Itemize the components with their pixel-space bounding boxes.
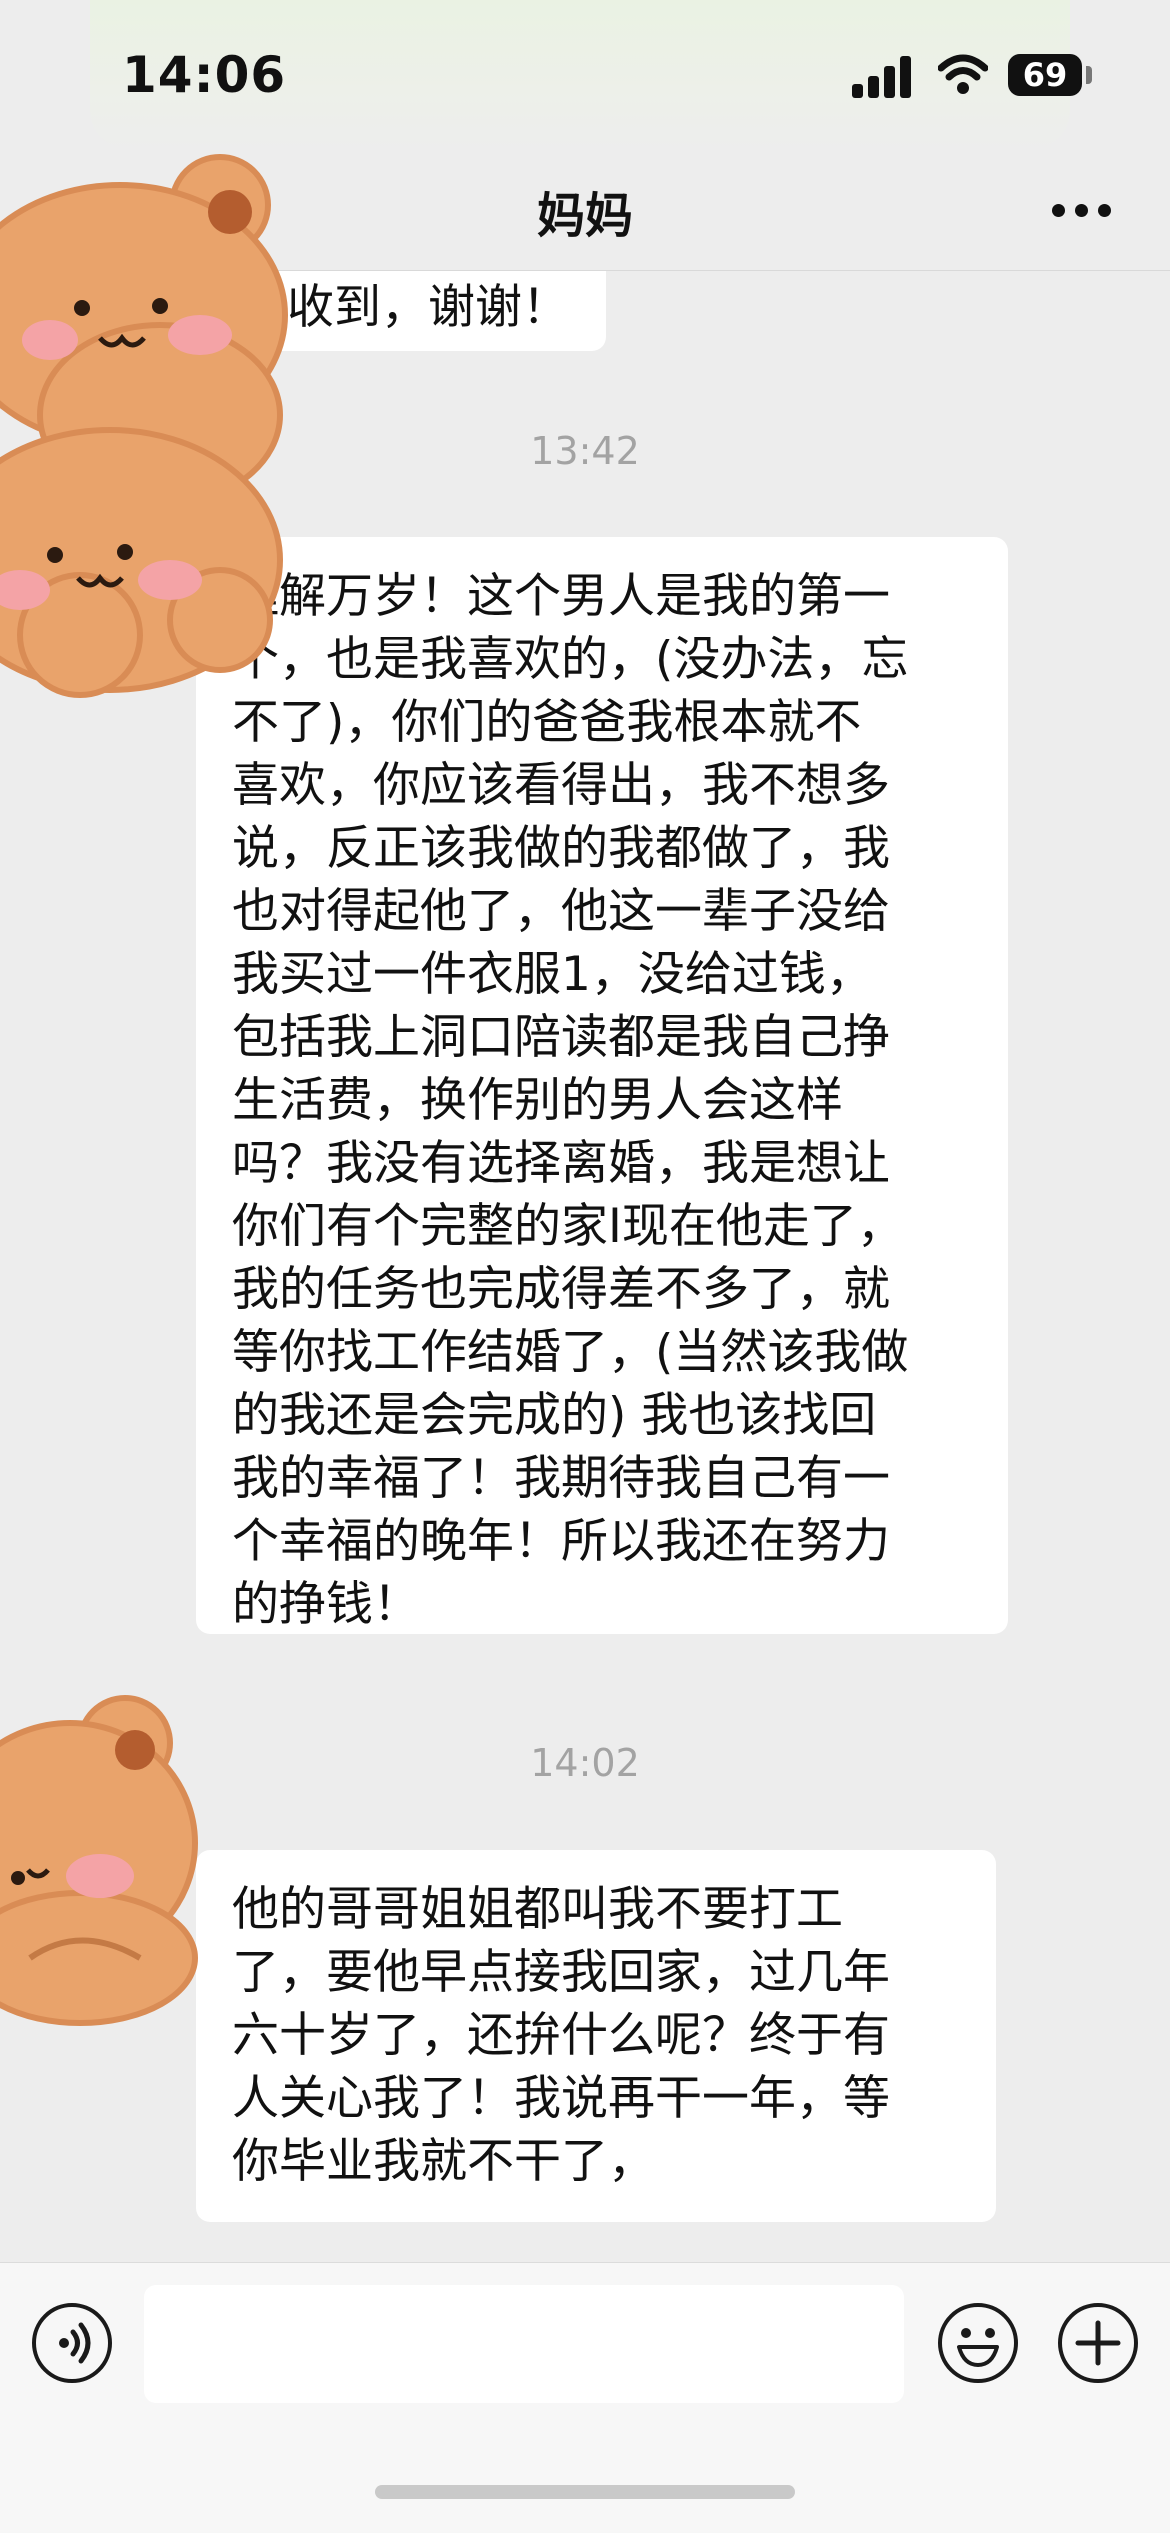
- voice-icon[interactable]: [32, 2303, 112, 2383]
- message-line: 的我还是会完成的) 我也该找回: [232, 1388, 877, 1443]
- chat-title: 妈妈: [536, 188, 633, 244]
- message-line: 不了)，你们的爸爸我根本就不: [232, 695, 862, 750]
- message-line: 的挣钱！: [232, 1577, 420, 1632]
- message-line: 生活费，换作别的男人会这样: [232, 1073, 843, 1128]
- message-bubble[interactable]: 他的哥哥姐姐都叫我不要打工 了，要他早点接我回家，过几年 六十岁了，还拚什么呢？…: [196, 1850, 996, 2222]
- input-bar: [0, 2262, 1170, 2533]
- more-dots-icon[interactable]: [1052, 204, 1112, 220]
- emoji-icon[interactable]: [938, 2303, 1018, 2383]
- message-line: 等你找工作结婚了，(当然该我做: [232, 1325, 909, 1380]
- wifi-icon: [938, 54, 988, 94]
- chat-header: 妈妈: [0, 150, 1170, 271]
- message-line: 已收到，谢谢！: [240, 280, 569, 335]
- message-line: 包括我上洞口陪读都是我自己挣: [232, 1010, 890, 1065]
- status-bar: 14:06 69: [0, 0, 1170, 150]
- message-line: 人关心我了！我说再干一年，等: [232, 2071, 890, 2126]
- message-line: 吗？我没有选择离婚，我是想让: [232, 1136, 890, 1191]
- battery-level: 69: [1022, 56, 1068, 94]
- message-line: 六十岁了，还拚什么呢？终于有: [232, 2008, 890, 2063]
- message-bubble[interactable]: 已收到，谢谢！: [196, 271, 606, 351]
- battery-cap: [1086, 66, 1092, 84]
- timestamp: 14:02: [530, 1741, 640, 1785]
- message-input[interactable]: [144, 2285, 904, 2403]
- message-line: 我买过一件衣服1，没给过钱，: [232, 947, 873, 1002]
- timestamp: 13:42: [530, 429, 640, 473]
- status-time: 14:06: [122, 46, 287, 104]
- message-line: 了，要他早点接我回家，过几年: [232, 1945, 890, 2000]
- message-line: 喜欢，你应该看得出，我不想多: [232, 758, 890, 813]
- message-line: 说，反正该我做的我都做了，我: [232, 821, 890, 876]
- message-line: 我的幸福了！我期待我自己有一: [232, 1451, 890, 1506]
- signal-icon: [852, 56, 914, 98]
- message-bubble[interactable]: 理解万岁！这个男人是我的第一 个，也是我喜欢的，(没办法，忘 不了)，你们的爸爸…: [196, 537, 1008, 1634]
- home-indicator[interactable]: [375, 2485, 795, 2499]
- message-line: 你们有个完整的家I现在他走了，: [232, 1199, 904, 1254]
- battery-icon: 69: [1008, 54, 1082, 96]
- message-line: 理解万岁！这个男人是我的第一: [232, 569, 890, 624]
- message-line: 我的任务也完成得差不多了，就: [232, 1262, 890, 1317]
- chat-area[interactable]: 已收到，谢谢！ 13:42 理解万岁！这个男人是我的第一 个，也是我喜欢的，(没…: [0, 271, 1170, 2261]
- message-line: 他的哥哥姐姐都叫我不要打工: [232, 1882, 843, 1937]
- message-line: 你毕业我就不干了，: [232, 2134, 655, 2189]
- plus-icon[interactable]: [1058, 2303, 1138, 2383]
- message-line: 个，也是我喜欢的，(没办法，忘: [232, 632, 909, 687]
- message-line: 也对得起他了，他这一辈子没给: [232, 884, 890, 939]
- message-line: 个幸福的晚年！所以我还在努力: [232, 1514, 890, 1569]
